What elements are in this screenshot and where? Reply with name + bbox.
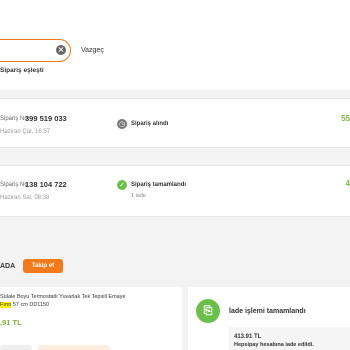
order-refund-count: 1 iade [131, 193, 146, 199]
follow-button[interactable]: Takip et [23, 259, 63, 273]
order-number: 138 104 722 [25, 180, 67, 189]
order-card[interactable]: Sipariş No 138 104 722 Haziran Sal, 08:3… [0, 165, 350, 217]
order-date: Haziran Çar, 16:57 [0, 129, 51, 135]
refund-title: İade işlemi tamamlandı [229, 308, 306, 315]
seller-name[interactable]: ADA [0, 262, 15, 271]
action-button[interactable] [0, 345, 32, 350]
product-name[interactable]: Sülale Boyu Termostatlı Yuvarlak Tek Tep… [0, 293, 175, 309]
cancel-button[interactable]: Vazgeç [81, 46, 104, 55]
order-number: 399 519 033 [25, 114, 67, 123]
clear-search-icon[interactable]: × [56, 45, 66, 55]
action-button[interactable] [38, 345, 110, 350]
order-status: Sipariş tamamlandı [131, 182, 187, 188]
product-price: ,91 TL [0, 318, 22, 327]
check-circle-icon: ✓ [117, 180, 127, 190]
match-label: Sipariş eşleşti [0, 67, 44, 74]
refund-note: Hepsipay hesabına iade edildi. [234, 342, 314, 348]
order-status: Sipariş alındı [131, 121, 169, 127]
order-amount: 55 [341, 114, 350, 123]
refund-icon: ⎘ [196, 299, 220, 323]
product-name-highlight: Fırın [0, 302, 12, 308]
product-name-line2: 57 cm DD1150 [11, 302, 50, 308]
order-no-label: Sipariş No [0, 182, 28, 188]
order-date: Haziran Sal, 08:38 [0, 195, 50, 201]
order-card[interactable]: Sipariş No 399 519 033 Haziran Çar, 16:5… [0, 98, 350, 148]
clock-icon: ◷ [117, 119, 127, 129]
product-name-line1: Sülale Boyu Termostatlı Yuvarlak Tek Tep… [0, 294, 126, 300]
order-amount: 4 [345, 179, 350, 188]
order-no-label: Sipariş No [0, 116, 28, 122]
refund-amount: 413.91 TL [234, 334, 262, 340]
